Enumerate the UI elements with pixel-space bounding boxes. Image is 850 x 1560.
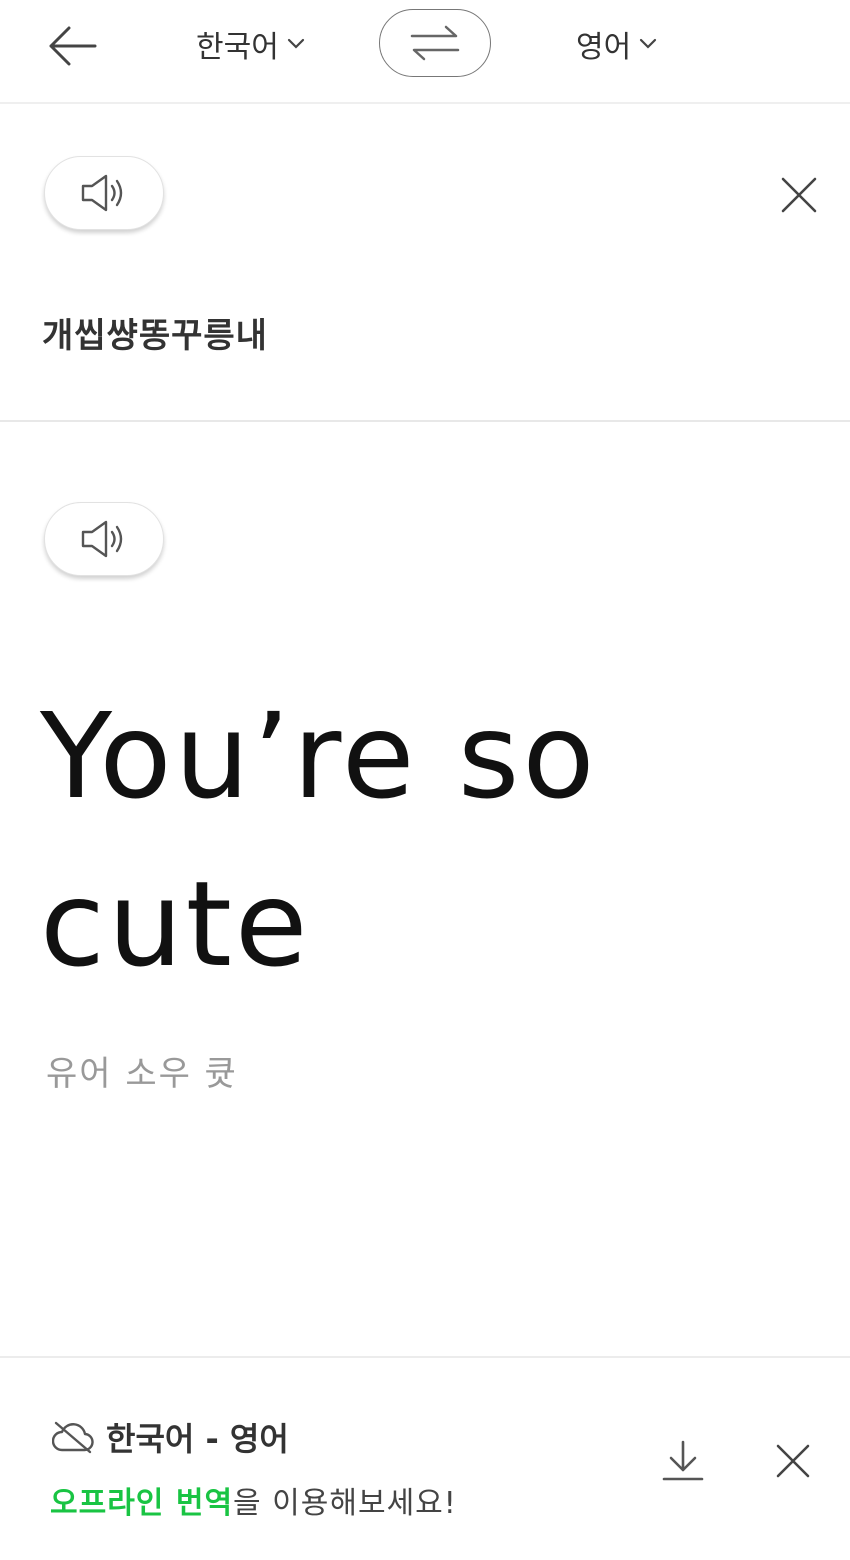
top-bar: 한국어 영어 <box>0 0 850 104</box>
offline-banner-message: 오프라인 번역을 이용해보세요! <box>50 1478 457 1522</box>
download-icon <box>662 1440 704 1481</box>
download-button[interactable] <box>658 1436 708 1486</box>
speaker-icon <box>81 520 123 558</box>
result-speak-button[interactable] <box>44 502 164 576</box>
offline-translation-banner[interactable]: 한국어 - 영어 오프라인 번역을 이용해보세요! <box>0 1356 850 1560</box>
close-banner-button[interactable] <box>768 1436 818 1486</box>
close-icon <box>781 177 817 213</box>
target-language-select[interactable]: 영어 <box>576 22 657 66</box>
back-button[interactable] <box>40 18 104 74</box>
swap-languages-button[interactable] <box>379 9 491 77</box>
back-arrow-icon <box>49 26 97 66</box>
cloud-off-icon <box>52 1421 94 1454</box>
offline-translation-link[interactable]: 오프라인 번역 <box>50 1486 233 1521</box>
offline-banner-header: 한국어 - 영어 <box>52 1414 289 1460</box>
offline-banner-message-rest: 을 이용해보세요! <box>233 1486 457 1521</box>
target-language-label: 영어 <box>576 30 632 65</box>
chevron-down-icon <box>639 38 657 50</box>
close-icon <box>776 1444 810 1478</box>
clear-input-button[interactable] <box>774 170 824 220</box>
speaker-icon <box>81 174 123 212</box>
pronunciation-text: 유어 소우 큣 <box>46 1054 239 1094</box>
source-language-label: 한국어 <box>196 30 279 65</box>
swap-icon <box>410 25 460 61</box>
source-language-select[interactable]: 한국어 <box>196 22 305 66</box>
source-input-panel: 개씹썅똥꾸릉내 <box>0 106 850 422</box>
source-speak-button[interactable] <box>44 156 164 230</box>
translation-result-panel: You’re so cute 유어 소우 큣 <box>0 424 850 1354</box>
chevron-down-icon <box>287 38 305 50</box>
offline-banner-title: 한국어 - 영어 <box>106 1420 289 1458</box>
translation-text: You’re so cute <box>40 687 598 993</box>
source-text[interactable]: 개씹썅똥꾸릉내 <box>42 308 268 357</box>
